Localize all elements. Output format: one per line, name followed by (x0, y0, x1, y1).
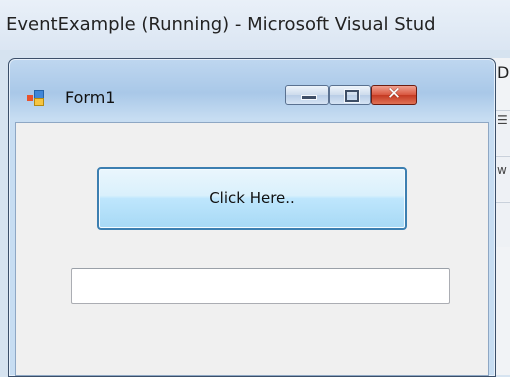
click-here-button[interactable]: Click Here.. (97, 167, 407, 230)
close-button[interactable]: ✕ (371, 84, 417, 105)
vs-panel-row[interactable] (494, 202, 510, 247)
form-title: Form1 (65, 88, 116, 107)
vs-panel-row[interactable]: ☰ (494, 110, 510, 155)
minimize-button[interactable] (285, 85, 329, 105)
output-textbox[interactable] (71, 268, 450, 304)
caption-buttons: ✕ (285, 84, 455, 107)
form1-window: Form1 ✕ Click Here.. (8, 58, 496, 377)
vs-window-title: EventExample (Running) - Microsoft Visua… (6, 14, 436, 35)
vs-panel-label: D (497, 63, 510, 82)
maximize-button[interactable] (329, 85, 371, 105)
close-icon: ✕ (386, 84, 402, 104)
winforms-app-icon[interactable] (27, 89, 44, 106)
maximize-icon (345, 90, 359, 102)
form-client-area: Click Here.. (15, 122, 489, 376)
vs-panel-glyph: w (497, 163, 507, 177)
vs-panel-row[interactable]: w (494, 156, 510, 201)
minimize-icon (301, 95, 317, 100)
vs-title-bar: EventExample (Running) - Microsoft Visua… (0, 0, 510, 50)
vs-panel-glyph: ☰ (497, 113, 508, 127)
